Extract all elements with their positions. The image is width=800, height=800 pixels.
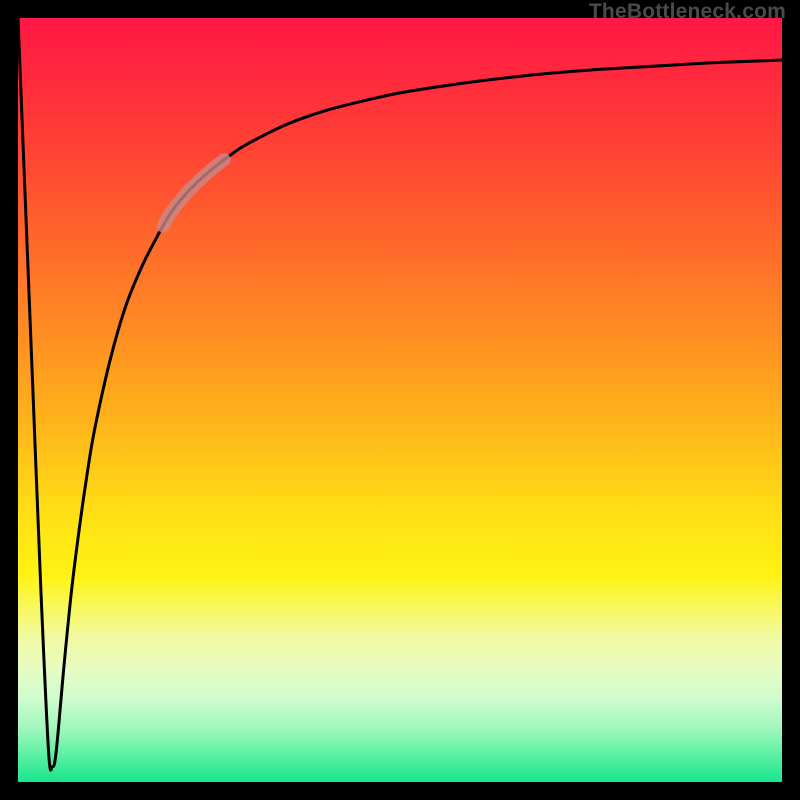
highlight-segment: [163, 160, 224, 226]
curve-layer: [18, 18, 782, 782]
chart-frame: TheBottleneck.com: [0, 0, 800, 800]
bottleneck-curve: [18, 18, 782, 770]
watermark-text: TheBottleneck.com: [589, 0, 786, 24]
